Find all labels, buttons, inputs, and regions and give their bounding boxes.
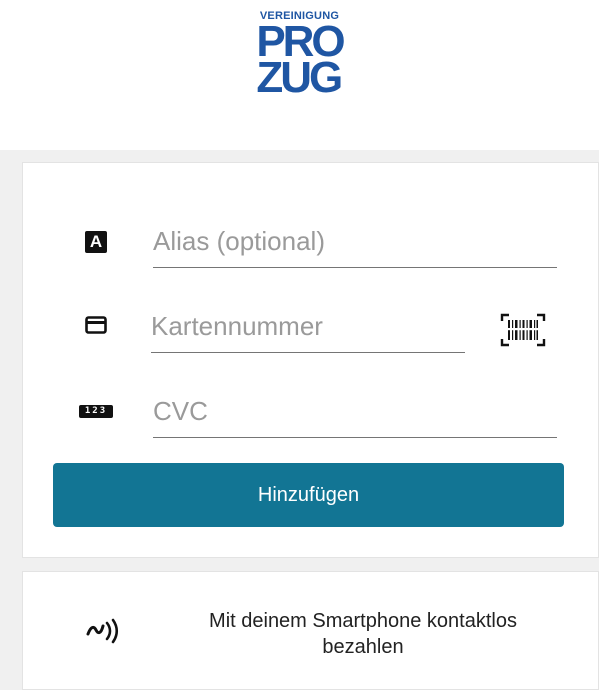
alias-input[interactable] xyxy=(153,219,557,268)
contactless-payment-text: Mit deinem Smartphone kontaktlos bezahle… xyxy=(209,610,517,658)
add-button[interactable]: Hinzufügen xyxy=(53,463,564,527)
alias-letter-icon: A xyxy=(85,231,107,253)
prozug-logo: VEREINIGUNG PRO ZUG xyxy=(0,10,599,103)
numeric-123-icon: 123 xyxy=(79,405,113,418)
barcode-scan-icon[interactable] xyxy=(499,310,547,350)
credit-card-icon xyxy=(85,316,107,334)
logo-mark: PRO ZUG xyxy=(256,19,345,103)
cvc-row: 123 xyxy=(23,379,598,439)
contactless-payment-card[interactable]: Mit deinem Smartphone kontaktlos bezahle… xyxy=(22,571,599,690)
contactless-icon xyxy=(85,618,121,649)
card-number-input[interactable] xyxy=(151,304,465,353)
card-number-row xyxy=(23,294,598,354)
add-card-form: A Alias (optional) Kartennummer 123 CVC … xyxy=(22,162,599,558)
alias-row: A xyxy=(23,209,598,269)
cvc-input[interactable] xyxy=(153,389,557,438)
page: VEREINIGUNG PRO ZUG A Alias (optional) K… xyxy=(0,0,599,690)
logo-line-2: ZUG xyxy=(256,53,343,103)
